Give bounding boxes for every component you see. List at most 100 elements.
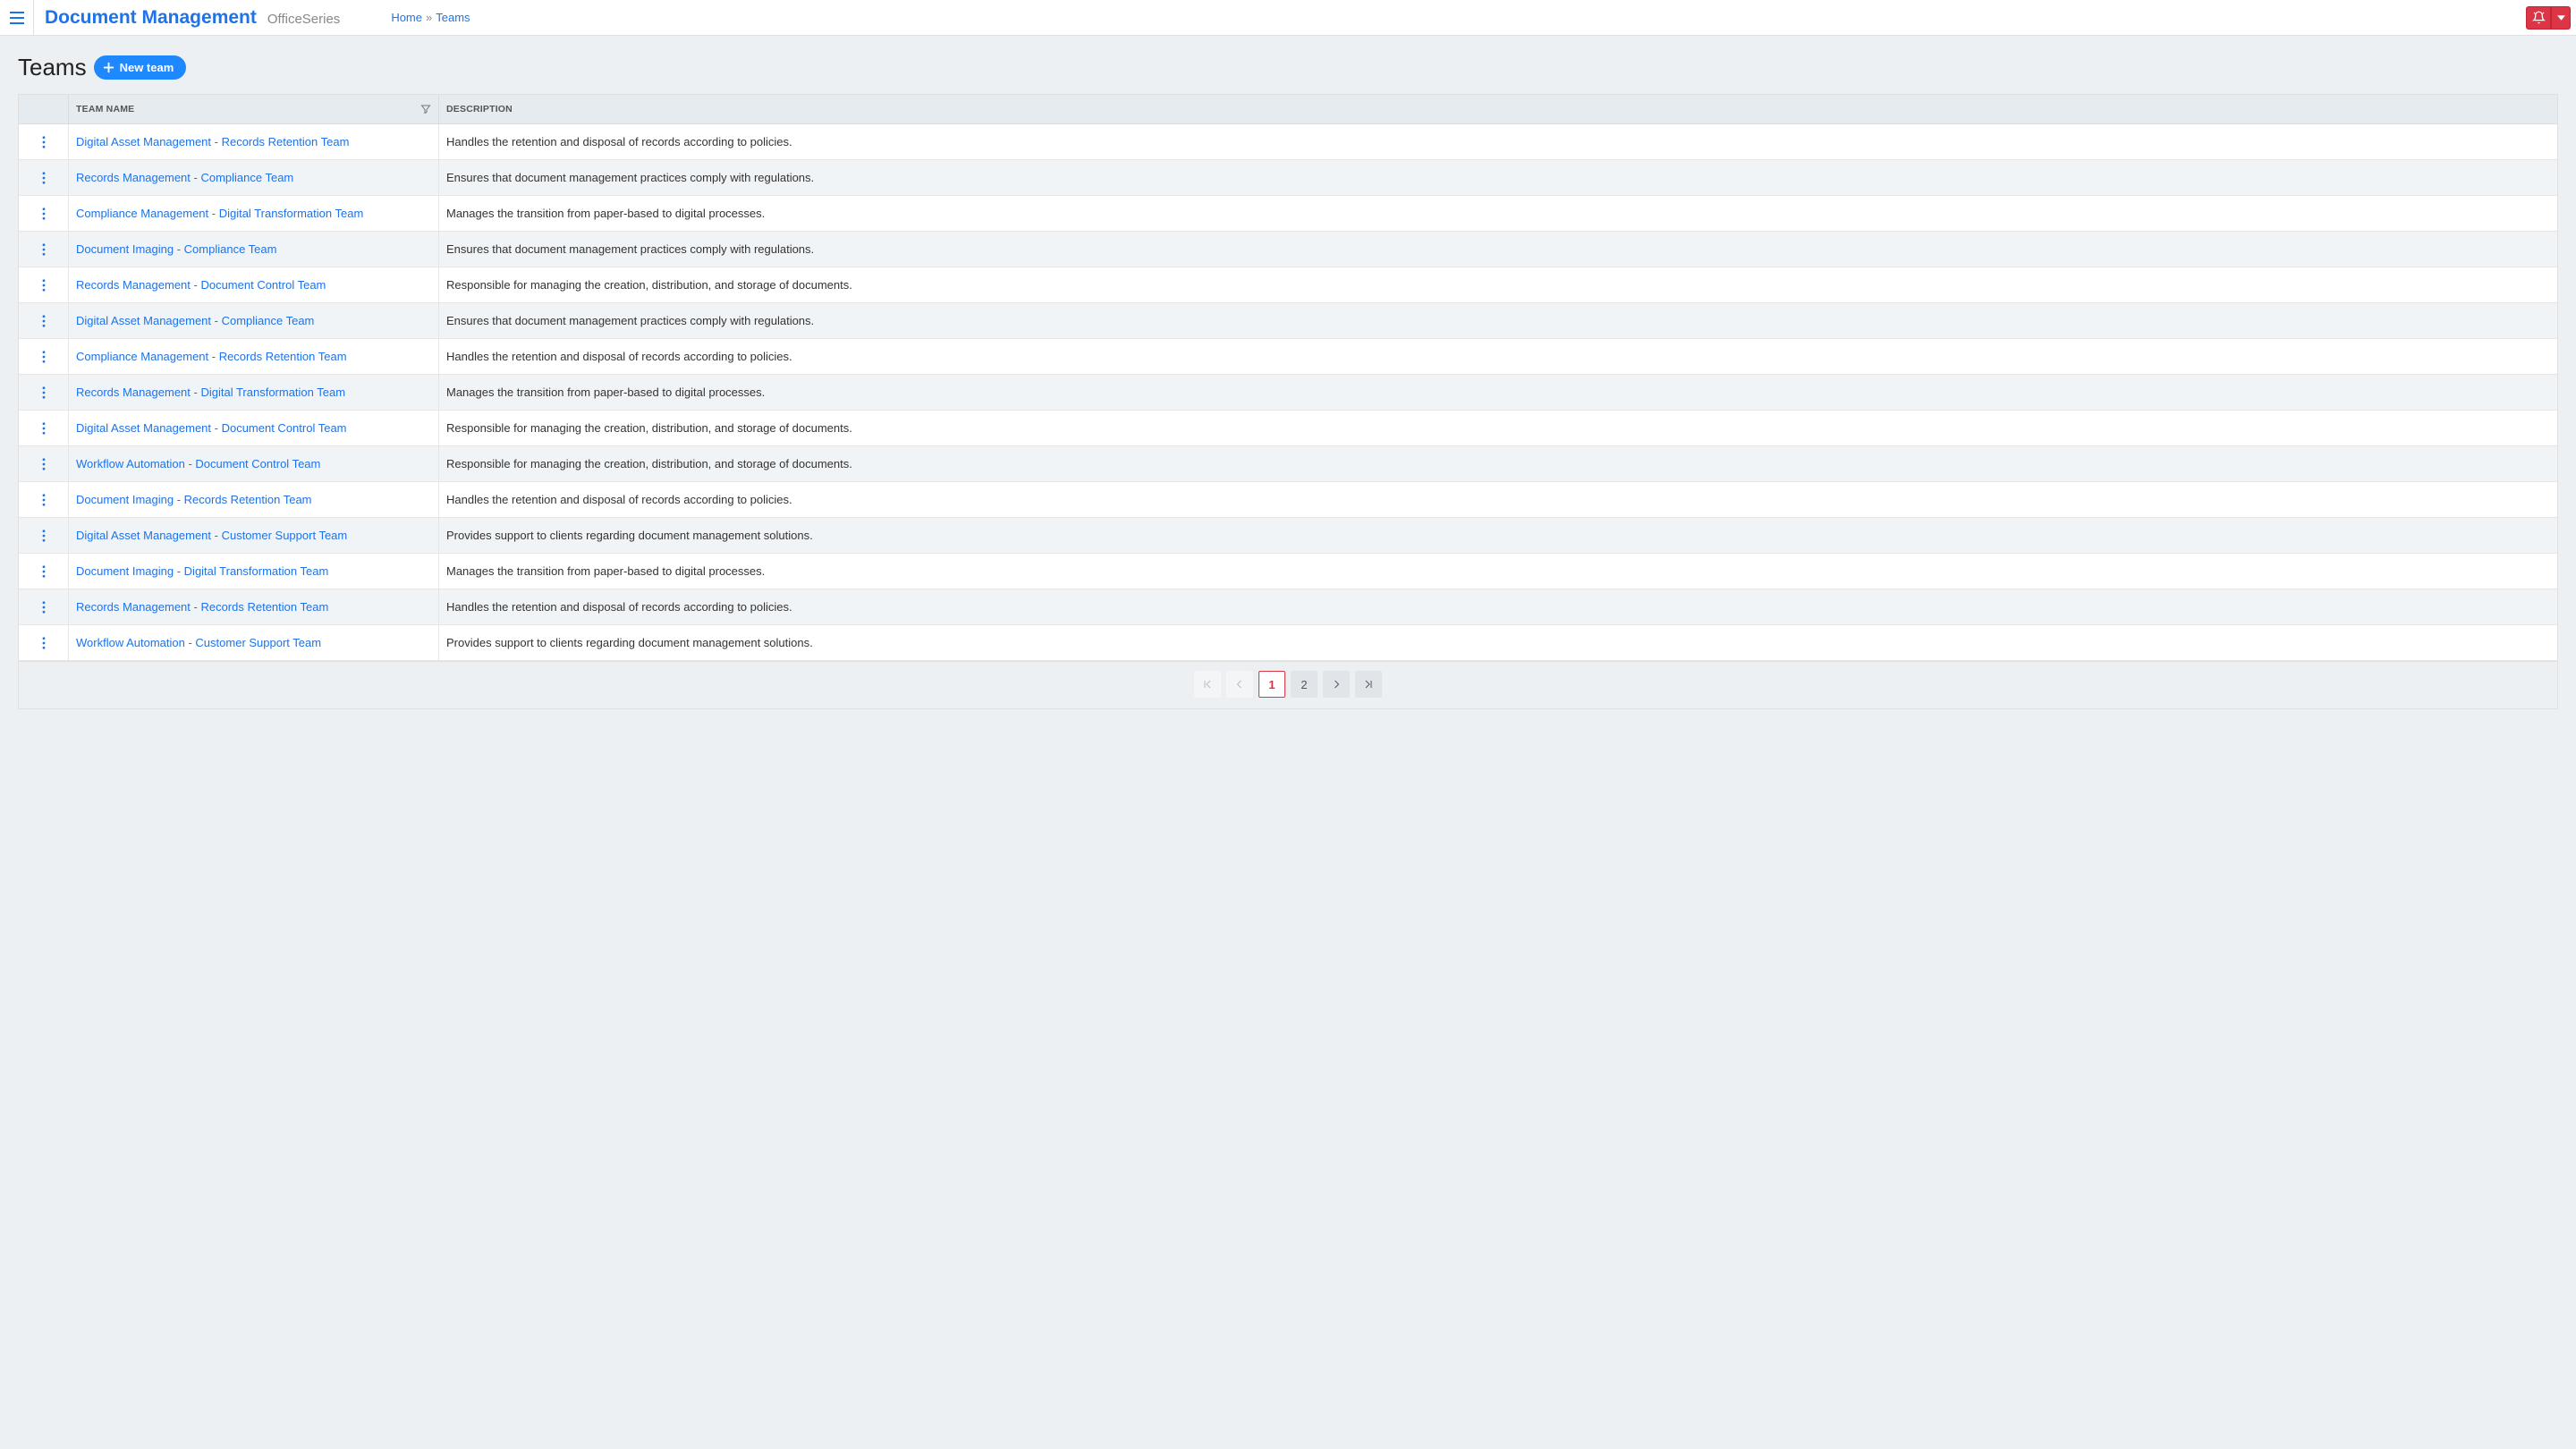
new-team-button[interactable]: New team [94,55,187,80]
table-row: Document Imaging - Records Retention Tea… [19,482,2557,518]
row-actions-cell [19,446,69,481]
kebab-icon [42,351,46,363]
team-name-cell: Digital Asset Management - Compliance Te… [69,303,439,338]
team-name-cell: Records Management - Records Retention T… [69,589,439,624]
team-name-link[interactable]: Records Management - Digital Transformat… [76,386,345,399]
team-name-cell: Digital Asset Management - Customer Supp… [69,518,439,553]
team-name-link[interactable]: Digital Asset Management - Document Cont… [76,421,347,435]
team-description-cell: Manages the transition from paper-based … [439,375,2557,410]
page-next-button[interactable] [1323,671,1350,698]
row-menu-button[interactable] [42,351,46,363]
brand: Document Management OfficeSeries [34,7,351,29]
caret-down-icon [2557,15,2565,21]
menu-toggle-button[interactable] [0,0,34,36]
team-name-link[interactable]: Records Management - Records Retention T… [76,600,328,614]
row-menu-button[interactable] [42,386,46,399]
bell-icon [2532,11,2546,24]
team-name-link[interactable]: Digital Asset Management - Customer Supp… [76,529,347,542]
table-header-name[interactable]: Team Name [69,95,439,123]
table-body: Digital Asset Management - Records Reten… [19,124,2557,661]
table-row: Records Management - Document Control Te… [19,267,2557,303]
filter-icon[interactable] [420,104,431,114]
team-name-cell: Records Management - Compliance Team [69,160,439,195]
brand-title[interactable]: Document Management [45,7,257,29]
team-description-cell: Provides support to clients regarding do… [439,625,2557,660]
team-name-link[interactable]: Document Imaging - Digital Transformatio… [76,564,328,578]
table-row: Workflow Automation - Document Control T… [19,446,2557,482]
row-actions-cell [19,375,69,410]
page-number-button[interactable]: 2 [1291,671,1318,698]
user-menu-button[interactable] [2551,6,2571,30]
team-name-link[interactable]: Records Management - Compliance Team [76,171,293,184]
kebab-icon [42,458,46,470]
team-name-cell: Document Imaging - Digital Transformatio… [69,554,439,589]
row-menu-button[interactable] [42,530,46,542]
table-row: Document Imaging - Compliance Team Ensure… [19,232,2557,267]
page-last-button[interactable] [1355,671,1382,698]
row-menu-button[interactable] [42,565,46,578]
team-description-cell: Ensures that document management practic… [439,232,2557,267]
row-menu-button[interactable] [42,315,46,327]
team-name-link[interactable]: Document Imaging - Compliance Team [76,242,276,256]
row-menu-button[interactable] [42,243,46,256]
kebab-icon [42,422,46,435]
team-description-cell: Responsible for managing the creation, d… [439,411,2557,445]
page-number-button[interactable]: 1 [1258,671,1285,698]
team-name-cell: Digital Asset Management - Records Reten… [69,124,439,159]
table-header-description[interactable]: Description [439,95,2557,123]
breadcrumb: Home » Teams [391,11,470,24]
row-menu-button[interactable] [42,208,46,220]
row-menu-button[interactable] [42,601,46,614]
team-name-link[interactable]: Workflow Automation - Document Control T… [76,457,320,470]
chevron-left-icon [1234,679,1245,690]
team-description-cell: Responsible for managing the creation, d… [439,446,2557,481]
team-description-text: Handles the retention and disposal of re… [446,135,792,148]
team-description-text: Responsible for managing the creation, d… [446,421,852,435]
kebab-icon [42,172,46,184]
row-actions-cell [19,625,69,660]
notifications-button[interactable] [2526,6,2551,30]
kebab-icon [42,386,46,399]
team-name-link[interactable]: Compliance Management - Digital Transfor… [76,207,363,220]
top-navbar: Document Management OfficeSeries Home » … [0,0,2576,36]
row-menu-button[interactable] [42,172,46,184]
row-menu-button[interactable] [42,458,46,470]
team-name-link[interactable]: Digital Asset Management - Records Reten… [76,135,349,148]
row-menu-button[interactable] [42,494,46,506]
team-name-cell: Document Imaging - Records Retention Tea… [69,482,439,517]
table-row: Digital Asset Management - Customer Supp… [19,518,2557,554]
team-description-cell: Responsible for managing the creation, d… [439,267,2557,302]
table-row: Digital Asset Management - Compliance Te… [19,303,2557,339]
row-menu-button[interactable] [42,279,46,292]
team-name-link[interactable]: Compliance Management - Records Retentio… [76,350,347,363]
table-row: Records Management - Records Retention T… [19,589,2557,625]
breadcrumb-current-link[interactable]: Teams [436,11,470,24]
team-name-link[interactable]: Records Management - Document Control Te… [76,278,326,292]
team-name-link[interactable]: Workflow Automation - Customer Support T… [76,636,321,649]
row-menu-button[interactable] [42,422,46,435]
team-description-text: Provides support to clients regarding do… [446,529,813,542]
page-title: Teams [18,54,87,81]
row-menu-button[interactable] [42,637,46,649]
table-row: Digital Asset Management - Document Cont… [19,411,2557,446]
team-description-text: Ensures that document management practic… [446,242,814,256]
plus-icon [103,62,114,73]
team-name-cell: Workflow Automation - Document Control T… [69,446,439,481]
team-name-cell: Digital Asset Management - Document Cont… [69,411,439,445]
team-description-text: Responsible for managing the creation, d… [446,278,852,292]
team-name-cell: Compliance Management - Digital Transfor… [69,196,439,231]
team-description-cell: Handles the retention and disposal of re… [439,482,2557,517]
row-menu-button[interactable] [42,136,46,148]
breadcrumb-home-link[interactable]: Home [391,11,422,24]
team-name-cell: Document Imaging - Compliance Team [69,232,439,267]
page-first-button [1194,671,1221,698]
row-actions-cell [19,196,69,231]
navbar-right [2526,0,2576,35]
table-row: Compliance Management - Digital Transfor… [19,196,2557,232]
team-name-link[interactable]: Document Imaging - Records Retention Tea… [76,493,312,506]
chevron-right-icon [1331,679,1342,690]
table-row: Records Management - Compliance TeamEnsu… [19,160,2557,196]
team-name-link[interactable]: Digital Asset Management - Compliance Te… [76,314,314,327]
team-description-cell: Manages the transition from paper-based … [439,554,2557,589]
table-header-row: Team Name Description [19,95,2557,124]
